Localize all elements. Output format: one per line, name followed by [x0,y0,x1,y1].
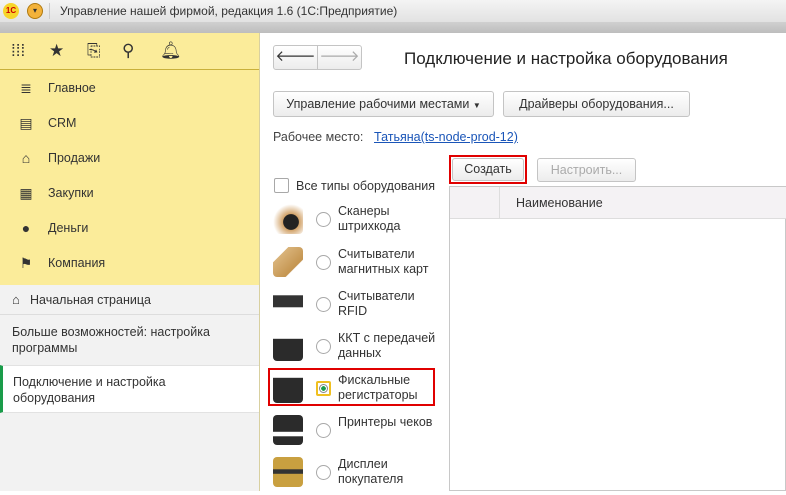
search-icon[interactable]: ⚲ [122,41,134,61]
equipment-table: Наименование [449,186,786,491]
kkt-icon [273,331,303,361]
barcode-scanner-icon [273,204,303,234]
sidebar-item-company[interactable]: ⚑ Компания [0,246,259,281]
radio[interactable] [316,255,331,270]
coin-icon: ● [21,220,31,236]
cart-icon: ▦ [19,185,33,201]
apps-grid-icon[interactable]: ⁞⁞⁞ [11,41,25,61]
home-icon: ⌂ [12,292,20,307]
radio[interactable] [316,339,331,354]
forward-button[interactable]: 🡒 [317,45,362,70]
history-icon[interactable]: ⎘ [87,41,101,61]
rfid-reader-icon [273,289,303,319]
bell-icon[interactable]: 🔔︎ [160,41,182,61]
sidebar-item-crm[interactable]: ▤ CRM [0,106,259,141]
highlight-create [449,155,527,184]
type-kkt-data[interactable]: ККТ с передачей данных [270,327,445,369]
chevron-down-icon: ▼ [472,101,481,110]
configure-button[interactable]: Настроить... [537,158,636,182]
all-types-checkbox[interactable] [274,178,289,193]
table-header: Наименование [450,187,786,219]
radio[interactable] [316,297,331,312]
all-types-label: Все типы оборудования [296,179,436,193]
receipt-printer-icon [273,415,303,445]
open-page-more-features[interactable]: Больше возможностей: настройка программы [0,316,259,364]
drivers-button[interactable]: Драйверы оборудования... [503,91,690,117]
magnetic-reader-icon [273,247,303,277]
flag-icon: ⚑ [19,255,33,271]
window-title: Управление нашей фирмой, редакция 1.6 (1… [60,4,398,18]
type-magnetic-readers[interactable]: Считыватели магнитных карт [270,243,445,285]
radio[interactable] [316,465,331,480]
list-icon: ≣ [20,80,32,96]
type-customer-displays[interactable]: Дисплеи покупателя [270,453,445,495]
workplace-link[interactable]: Татьяна(ts-node-prod-12) [374,130,518,144]
radio[interactable] [316,423,331,438]
sidebar-item-money[interactable]: ● Деньги [0,211,259,246]
sidebar-toolbar: ⁞⁞⁞ ★ ⎘ ⚲ 🔔︎ [0,33,259,70]
sidebar: ⁞⁞⁞ ★ ⎘ ⚲ 🔔︎ ≣ Главное ▤ CRM ⌂ Продажи ▦ Зак… [0,33,260,491]
column-header-icon[interactable] [450,187,500,219]
sidebar-item-main[interactable]: ≣ Главное [0,71,259,106]
type-receipt-printers[interactable]: Принтеры чеков [270,411,445,453]
highlight-fiscal [268,368,435,406]
page-title: Подключение и настройка оборудования [404,49,728,68]
workplaces-dropdown-button[interactable]: Управление рабочими местами ▼ [273,91,494,117]
back-button[interactable]: 🡐 [273,45,318,70]
radio[interactable] [316,212,331,227]
home-page-link[interactable]: ⌂ Начальная страница [0,285,259,315]
contact-card-icon: ▤ [19,115,33,131]
band [0,22,786,33]
basket-icon: ⌂ [21,150,31,166]
app-logo: 1С [3,3,19,19]
customer-display-icon [273,457,303,487]
main-menu-button[interactable]: ▾ [27,3,43,19]
type-rfid-readers[interactable]: Считыватели RFID [270,285,445,327]
column-header-name[interactable]: Наименование [516,196,603,210]
open-page-equipment[interactable]: Подключение и настройка оборудования [0,365,259,413]
type-barcode-scanners[interactable]: Сканеры штрихкода [270,200,445,242]
sidebar-item-purchases[interactable]: ▦ Закупки [0,176,259,211]
workplace-label: Рабочее место: [273,130,364,144]
sidebar-item-sales[interactable]: ⌂ Продажи [0,141,259,176]
favorites-star-icon[interactable]: ★ [49,41,64,61]
title-bar: 1С ▾ Управление нашей фирмой, редакция 1… [0,0,786,22]
